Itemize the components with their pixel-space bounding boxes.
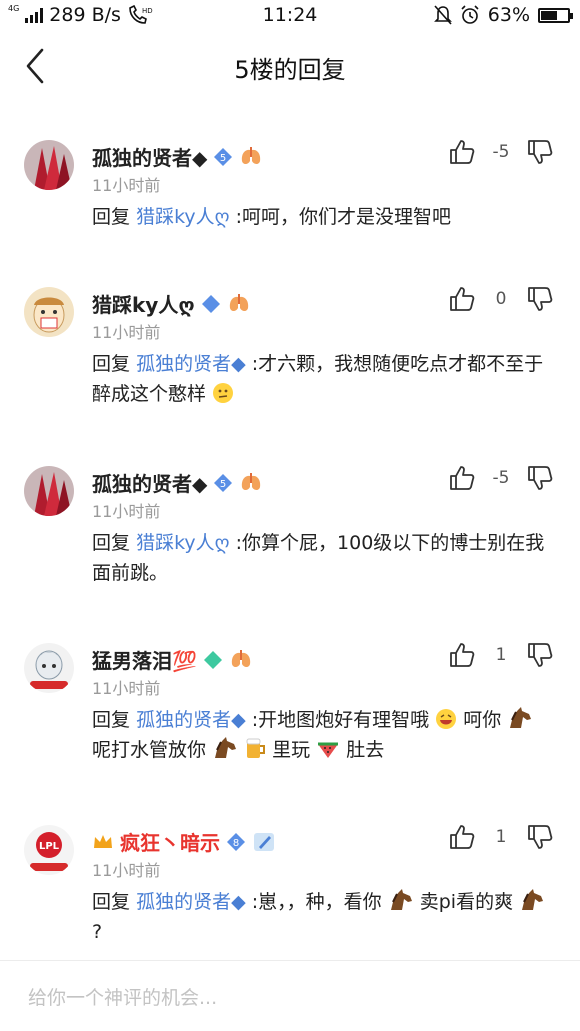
- level-badge-icon: 5: [213, 147, 233, 167]
- vote-bar: 0: [448, 285, 554, 313]
- battery-icon: [538, 7, 573, 23]
- comment-text: 回复 孤独的贤者◆ :开地图炮好有理智哦 呵你 呢打水管放你 里玩 肚去: [92, 705, 557, 765]
- avatar[interactable]: [24, 287, 74, 337]
- thinking-emoji-icon: [213, 383, 234, 403]
- vote-bar: -5: [448, 138, 554, 166]
- mention-link[interactable]: 猎踩ky人ღ: [136, 532, 230, 554]
- grin-emoji-icon: [436, 709, 457, 729]
- level-badge-icon: 5: [213, 473, 233, 493]
- comment-content: 呢打水管放你: [92, 739, 207, 761]
- username[interactable]: 猛男落泪💯: [92, 645, 197, 674]
- watermelon-emoji-icon: [318, 742, 339, 758]
- vote-bar: -5: [448, 464, 554, 492]
- comment-content: :崽，，种，看你: [251, 891, 382, 913]
- comment-item: 猛男落泪💯 11小时前 1 回复 孤独的贤者◆ :开地图炮好有理智哦 呵你 呢打…: [0, 625, 580, 805]
- timestamp: 11小时前: [92, 679, 161, 698]
- comment-item: 猎踩ky人ღ 11小时前 0 回复 孤独的贤者◆ :才六颗，我想随便吃点才都不至…: [0, 271, 580, 450]
- reply-label: 回复: [92, 353, 131, 375]
- timestamp: 11小时前: [92, 861, 161, 880]
- reply-label: 回复: [92, 532, 131, 554]
- horse-emoji-icon: [215, 737, 237, 758]
- vote-count: -5: [492, 142, 510, 162]
- comment-input-bar[interactable]: 给你一个神评的机会...: [0, 960, 580, 1031]
- status-bar: 4G 289 B/s HD 11:24 63%: [0, 0, 580, 32]
- username[interactable]: 疯狂丶暗示: [120, 827, 220, 856]
- svg-text:5: 5: [220, 153, 226, 164]
- comment-item: 孤独的贤者◆ 5 11小时前 -5 回复 猎踩ky人ღ :你算个屁，100级以下…: [0, 450, 580, 625]
- thumbs-down-icon[interactable]: [526, 464, 554, 492]
- comment-content: 肚去: [346, 739, 385, 761]
- page-title: 5楼的回复: [234, 56, 346, 84]
- lungs-badge-icon: [227, 293, 251, 315]
- avatar[interactable]: [24, 466, 74, 516]
- reply-label: 回复: [92, 206, 131, 228]
- comment-text: 回复 孤独的贤者◆ :才六颗，我想随便吃点才都不至于醉成这个憨样: [92, 349, 557, 409]
- mention-link[interactable]: 孤独的贤者◆: [136, 891, 246, 913]
- crown-icon: [94, 834, 112, 848]
- comment-content: ?: [92, 921, 103, 943]
- vote-count: -5: [492, 468, 510, 488]
- battery-percent: 63%: [487, 4, 530, 26]
- lungs-badge-icon: [239, 146, 263, 168]
- comment-item: LPL 疯狂丶暗示 8 11小时前 1 回复 孤独的贤者◆:崽，，种，看你 卖…: [0, 805, 580, 960]
- beer-emoji-icon: [246, 738, 266, 758]
- username[interactable]: 孤独的贤者◆: [92, 142, 207, 171]
- mute-bell-icon: [433, 5, 452, 25]
- comment-content: 卖pi看的爽: [419, 891, 514, 913]
- thumbs-up-icon[interactable]: [448, 285, 476, 313]
- horse-emoji-icon: [522, 889, 544, 910]
- thumbs-up-icon[interactable]: [448, 464, 476, 492]
- comment-item: 孤独的贤者◆ 5 11小时前 -5 回复 猎踩ky人ღ :呵呵，你们才是没理智吧: [0, 100, 580, 271]
- level-badge-icon: [203, 650, 223, 670]
- thumbs-down-icon[interactable]: [526, 641, 554, 669]
- reply-label: 回复: [92, 891, 131, 913]
- timestamp: 11小时前: [92, 502, 161, 521]
- avatar[interactable]: [24, 643, 74, 693]
- alarm-icon: [461, 5, 479, 24]
- timestamp: 11小时前: [92, 323, 161, 342]
- pen-badge-icon: [252, 831, 276, 853]
- comment-content: :开地图炮好有理智哦: [251, 709, 430, 731]
- vote-count: 1: [495, 645, 507, 665]
- avatar[interactable]: [24, 140, 74, 190]
- comment-text: 回复 猎踩ky人ღ :呵呵，你们才是没理智吧: [92, 202, 557, 232]
- horse-emoji-icon: [390, 889, 412, 910]
- vote-bar: 1: [448, 823, 554, 851]
- thumbs-up-icon[interactable]: [448, 823, 476, 851]
- vote-count: 0: [495, 289, 507, 309]
- thumbs-down-icon[interactable]: [526, 823, 554, 851]
- timestamp: 11小时前: [92, 176, 161, 195]
- reply-label: 回复: [92, 709, 131, 731]
- horse-emoji-icon: [510, 707, 532, 728]
- thumbs-up-icon[interactable]: [448, 641, 476, 669]
- svg-text:5: 5: [220, 479, 226, 490]
- svg-text:8: 8: [233, 838, 239, 849]
- comment-content: 呵你: [463, 709, 502, 731]
- comment-content: 里玩: [272, 739, 311, 761]
- lungs-badge-icon: [229, 649, 253, 671]
- level-badge-icon: [201, 294, 221, 314]
- vote-count: 1: [495, 827, 507, 847]
- lungs-badge-icon: [239, 472, 263, 494]
- mention-link[interactable]: 孤独的贤者◆: [136, 709, 246, 731]
- comment-input[interactable]: 给你一个神评的机会...: [28, 983, 217, 1010]
- mention-link[interactable]: 猎踩ky人ღ: [136, 206, 230, 228]
- comment-text: 回复 猎踩ky人ღ :你算个屁，100级以下的博士别在我面前跳。: [92, 528, 557, 588]
- header: 5楼的回复: [0, 32, 580, 100]
- comment-content: :呵呵，你们才是没理智吧: [235, 206, 452, 228]
- avatar[interactable]: LPL: [24, 825, 74, 875]
- svg-text:LPL: LPL: [39, 841, 60, 852]
- thumbs-down-icon[interactable]: [526, 138, 554, 166]
- thumbs-up-icon[interactable]: [448, 138, 476, 166]
- level-badge-icon: 8: [226, 832, 246, 852]
- mention-link[interactable]: 孤独的贤者◆: [136, 353, 246, 375]
- comment-text: 回复 孤独的贤者◆ :崽，，种，看你 卖pi看的爽 ?: [92, 887, 557, 947]
- username[interactable]: 猎踩ky人ღ: [92, 289, 195, 318]
- username[interactable]: 孤独的贤者◆: [92, 468, 207, 497]
- comment-list: 孤独的贤者◆ 5 11小时前 -5 回复 猎踩ky人ღ :呵呵，你们才是没理智吧: [0, 100, 580, 960]
- thumbs-down-icon[interactable]: [526, 285, 554, 313]
- vote-bar: 1: [448, 641, 554, 669]
